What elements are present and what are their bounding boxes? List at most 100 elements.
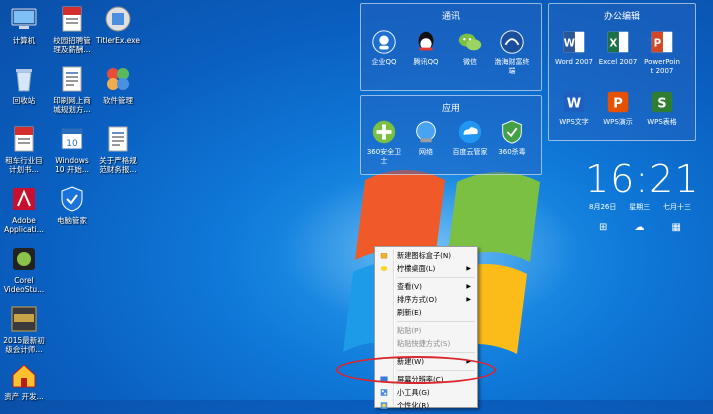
desktop-icon-10[interactable]: 电脑管家 [44, 184, 100, 225]
word-icon: W [560, 28, 588, 56]
svg-text:X: X [609, 38, 617, 50]
tile-360-safe[interactable]: 360安全卫 士 [361, 118, 407, 165]
menu-item-label: 柠檬桌面(L) [397, 264, 436, 273]
desktop-icon-label: 2015最新初 级会计师... [3, 336, 45, 354]
desktop-icon-11[interactable]: Corel VideoStu... [0, 244, 52, 294]
clock-time: 16:21 [585, 157, 700, 201]
tile-bohai[interactable]: 渤海财富终 端 [489, 28, 535, 75]
wps-presentation-icon: P [604, 88, 632, 116]
tile-network[interactable]: 网络 [403, 118, 449, 157]
box-icon [379, 251, 389, 260]
menu-item-14[interactable]: 个性化(R) [375, 399, 477, 412]
cloud-icon[interactable]: ☁ [634, 222, 644, 233]
menu-item-label: 刷新(E) [397, 308, 422, 317]
submenu-arrow-icon: ▶ [466, 265, 471, 272]
tile-label: 企业QQ [371, 58, 397, 66]
menu-separator [397, 277, 475, 278]
tile-wps-writer[interactable]: W WPS文字 [551, 88, 597, 127]
menu-item-7: 粘贴(P) [375, 324, 477, 337]
tile-baidu-cloud[interactable]: 百度云管家 [447, 118, 493, 157]
menu-separator [397, 352, 475, 353]
tile-wechat[interactable]: 微信 [447, 28, 493, 67]
tile-360-antivirus[interactable]: 360杀毒 [489, 118, 535, 157]
enterprise-qq-icon [370, 28, 398, 56]
menu-item-label: 个性化(R) [397, 401, 430, 410]
computer-icon [9, 4, 39, 34]
qq-icon [412, 28, 440, 56]
menu-item-label: 排序方式(O) [397, 295, 438, 304]
clock-widget[interactable]: 16:21 8月26日 星期三 七月十三 ⊞ ☁ ▦ [585, 157, 700, 233]
pdf-doc-icon [9, 124, 39, 154]
menu-separator [397, 321, 475, 322]
tile-powerpoint[interactable]: P PowerPoin t 2007 [639, 28, 685, 75]
desktop-icon-5[interactable]: 软件管理 [90, 64, 146, 105]
menu-item-4[interactable]: 排序方式(O) ▶ [375, 293, 477, 306]
desktop-icon-label: 软件管理 [103, 96, 133, 105]
windows-start-icon[interactable]: ⊞ [599, 222, 607, 233]
powerpoint-icon: P [648, 28, 676, 56]
clock-date: 8月26日 [589, 203, 617, 211]
shield-icon [57, 184, 87, 214]
menu-item-1[interactable]: 柠檬桌面(L) ▶ [375, 262, 477, 275]
annotation-ellipse [336, 356, 496, 384]
desktop-icon-13[interactable]: 资产 开发... [0, 360, 52, 401]
menu-item-0[interactable]: 新建图标盒子(N) [375, 249, 477, 262]
software-manager-icon [103, 64, 133, 94]
tile-label: Excel 2007 [598, 58, 638, 66]
bohai-icon [498, 28, 526, 56]
menu-item-label: 粘贴快捷方式(S) [397, 339, 451, 348]
exam-icon [9, 304, 39, 334]
calendar-icon: 10 [57, 124, 87, 154]
tile-label: WPS表格 [647, 118, 677, 126]
grid-icon[interactable]: ▦ [672, 222, 681, 233]
desktop-icon-2[interactable]: TitlerEx.exe [90, 4, 146, 45]
desktop-icon-label: Corel VideoStu... [3, 276, 45, 294]
excel-icon: X [604, 28, 632, 56]
svg-text:P: P [654, 38, 662, 50]
clock-weekday: 星期三 [629, 203, 651, 211]
network-icon [412, 118, 440, 146]
house-icon [9, 360, 39, 390]
desktop-icon-12[interactable]: 2015最新初 级会计师... [0, 304, 52, 354]
word-doc-icon [103, 124, 133, 154]
tile-enterprise-qq[interactable]: 企业QQ [361, 28, 407, 67]
pdf-icon [57, 4, 87, 34]
svg-text:S: S [657, 97, 666, 112]
svg-text:10: 10 [66, 139, 78, 149]
tile-label: 360安全卫 士 [366, 148, 402, 165]
360-safe-icon [370, 118, 398, 146]
svg-text:P: P [613, 97, 623, 112]
tile-label: 渤海财富终 端 [494, 58, 530, 75]
menu-item-3[interactable]: 查看(V) ▶ [375, 280, 477, 293]
svg-text:W: W [567, 97, 581, 112]
desktop-icon-label: 关于严格规 范财务报... [99, 156, 137, 174]
lemon-icon [379, 264, 389, 273]
tile-label: WPS文字 [559, 118, 589, 126]
menu-item-label: 新建图标盒子(N) [397, 251, 452, 260]
tile-label: WPS演示 [603, 118, 633, 126]
menu-item-label: 查看(V) [397, 282, 422, 291]
group-office: 办公编辑 W Word 2007 X Excel 2007 P PowerPoin t 2… [548, 3, 696, 141]
tile-label: 百度云管家 [452, 148, 488, 156]
adobe-icon [9, 184, 39, 214]
tile-label: 360杀毒 [498, 148, 526, 156]
submenu-arrow-icon: ▶ [466, 296, 471, 303]
clock-lunar: 七月十三 [663, 203, 691, 211]
tile-wps-spreadsheet[interactable]: S WPS表格 [639, 88, 685, 127]
tile-qq[interactable]: 腾讯QQ [403, 28, 449, 67]
tile-excel[interactable]: X Excel 2007 [595, 28, 641, 67]
desktop-icon-label: 电脑管家 [57, 216, 87, 225]
submenu-arrow-icon: ▶ [466, 283, 471, 290]
group-communication: 通讯 企业QQ 腾讯QQ 微信 渤海财富终 端 [360, 3, 542, 91]
svg-text:W: W [564, 38, 575, 50]
tile-wps-presentation[interactable]: P WPS演示 [595, 88, 641, 127]
gadget-icon [379, 388, 389, 397]
menu-item-5[interactable]: 刷新(E) [375, 306, 477, 319]
tile-word[interactable]: W Word 2007 [551, 28, 597, 67]
tile-label: Word 2007 [554, 58, 594, 66]
tile-label: 微信 [463, 58, 477, 66]
desktop-icon-8[interactable]: 关于严格规 范财务报... [90, 124, 146, 174]
menu-item-label: 小工具(G) [397, 388, 430, 397]
group-apps: 应用 360安全卫 士 网络 百度云管家 360杀毒 [360, 95, 542, 175]
menu-item-13[interactable]: 小工具(G) [375, 386, 477, 399]
